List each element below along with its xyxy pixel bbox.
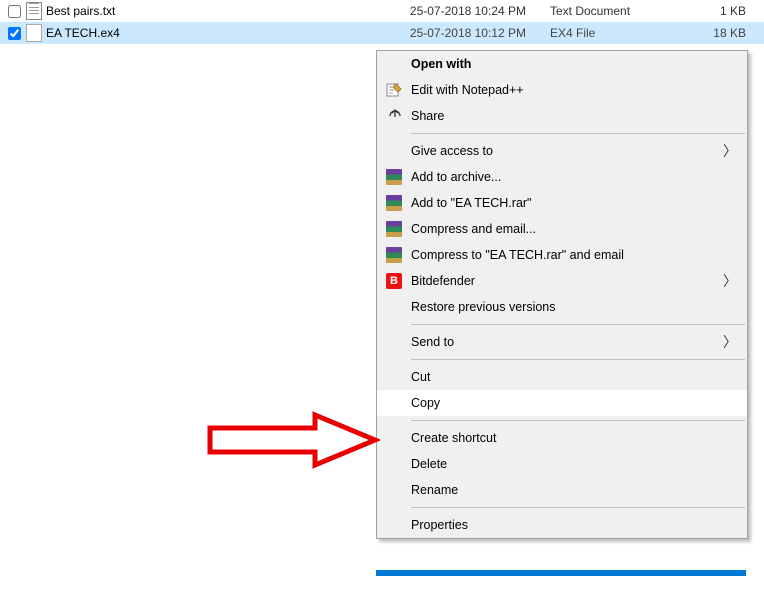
menu-label: Restore previous versions — [411, 300, 556, 314]
menu-label: Delete — [411, 457, 447, 471]
menu-label: Edit with Notepad++ — [411, 83, 524, 97]
menu-create-shortcut[interactable]: Create shortcut — [377, 425, 747, 451]
menu-label: Compress and email... — [411, 222, 536, 236]
text-file-icon — [26, 2, 42, 20]
menu-label: Add to archive... — [411, 170, 501, 184]
menu-copy[interactable]: Copy — [377, 390, 747, 416]
file-size: 18 KB — [690, 26, 760, 40]
winrar-icon — [385, 194, 403, 212]
menu-compress-email[interactable]: Compress and email... — [377, 216, 747, 242]
submenu-arrow-icon: 〉 — [723, 141, 737, 161]
submenu-arrow-icon: 〉 — [723, 271, 737, 291]
menu-edit-notepadpp[interactable]: Edit with Notepad++ — [377, 77, 747, 103]
menu-rename[interactable]: Rename — [377, 477, 747, 503]
menu-label: Copy — [411, 396, 440, 410]
menu-label: Send to — [411, 335, 454, 349]
file-name: EA TECH.ex4 — [44, 26, 346, 40]
menu-label: Rename — [411, 483, 458, 497]
menu-send-to[interactable]: Send to 〉 — [377, 329, 747, 355]
menu-cut[interactable]: Cut — [377, 364, 747, 390]
file-list: Best pairs.txt 25-07-2018 10:24 PM Text … — [0, 0, 764, 44]
menu-restore-versions[interactable]: Restore previous versions — [377, 294, 747, 320]
menu-separator — [411, 133, 745, 134]
annotation-arrow-icon — [205, 410, 380, 470]
winrar-icon — [385, 246, 403, 264]
menu-add-to-rar[interactable]: Add to "EA TECH.rar" — [377, 190, 747, 216]
context-menu: Open with Edit with Notepad++ Share Give… — [376, 50, 748, 539]
menu-label: Properties — [411, 518, 468, 532]
generic-file-icon — [26, 24, 42, 42]
menu-give-access-to[interactable]: Give access to 〉 — [377, 138, 747, 164]
winrar-icon — [385, 220, 403, 238]
file-type: Text Document — [550, 4, 690, 18]
file-date: 25-07-2018 10:24 PM — [346, 4, 550, 18]
bitdefender-icon: B — [385, 272, 403, 290]
notepadpp-icon — [385, 81, 403, 99]
menu-separator — [411, 507, 745, 508]
menu-label: Share — [411, 109, 444, 123]
menu-label: Give access to — [411, 144, 493, 158]
menu-separator — [411, 420, 745, 421]
winrar-icon — [385, 168, 403, 186]
menu-label: Add to "EA TECH.rar" — [411, 196, 532, 210]
file-select-checkbox[interactable] — [8, 5, 21, 18]
file-select-checkbox[interactable] — [8, 27, 21, 40]
menu-share[interactable]: Share — [377, 103, 747, 129]
submenu-arrow-icon: 〉 — [723, 332, 737, 352]
file-date: 25-07-2018 10:12 PM — [346, 26, 550, 40]
file-row[interactable]: Best pairs.txt 25-07-2018 10:24 PM Text … — [0, 0, 764, 22]
menu-separator — [411, 359, 745, 360]
menu-bitdefender[interactable]: B Bitdefender 〉 — [377, 268, 747, 294]
menu-separator — [411, 324, 745, 325]
file-row[interactable]: EA TECH.ex4 25-07-2018 10:12 PM EX4 File… — [0, 22, 764, 44]
menu-label: Cut — [411, 370, 430, 384]
file-size: 1 KB — [690, 4, 760, 18]
menu-compress-rar-email[interactable]: Compress to "EA TECH.rar" and email — [377, 242, 747, 268]
menu-label: Bitdefender — [411, 274, 475, 288]
menu-add-to-archive[interactable]: Add to archive... — [377, 164, 747, 190]
menu-label: Compress to "EA TECH.rar" and email — [411, 248, 624, 262]
menu-label: Create shortcut — [411, 431, 496, 445]
file-name: Best pairs.txt — [44, 4, 346, 18]
selection-bar — [376, 570, 746, 576]
share-icon — [385, 107, 403, 125]
file-type: EX4 File — [550, 26, 690, 40]
menu-label: Open with — [411, 57, 471, 71]
menu-open-with[interactable]: Open with — [377, 51, 747, 77]
menu-delete[interactable]: Delete — [377, 451, 747, 477]
menu-properties[interactable]: Properties — [377, 512, 747, 538]
